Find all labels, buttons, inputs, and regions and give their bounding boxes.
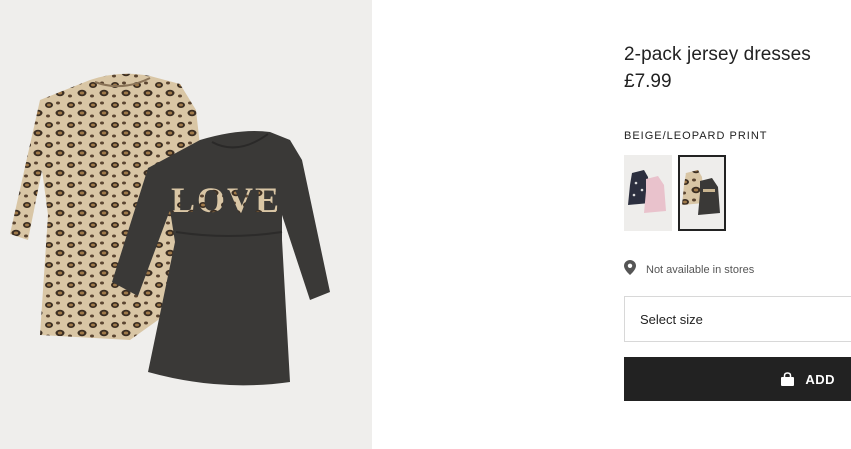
shopping-bag-icon <box>780 371 795 387</box>
color-swatch-beige-leopard[interactable] <box>678 155 726 231</box>
add-to-bag-button[interactable]: ADD <box>624 357 851 401</box>
location-pin-icon <box>624 260 636 280</box>
product-title: 2-pack jersey dresses <box>624 44 811 65</box>
product-image[interactable]: LOVE <box>0 0 372 449</box>
add-button-label: ADD <box>805 371 835 387</box>
product-price: £7.99 <box>624 71 672 92</box>
store-availability-text: Not available in stores <box>646 264 755 276</box>
swatch-thumbnail <box>628 170 666 213</box>
store-availability: Not available in stores <box>624 260 755 280</box>
color-swatch-dark-blue-pink[interactable] <box>624 155 672 231</box>
product-photo: LOVE <box>10 73 330 386</box>
love-print-text: LOVE <box>171 180 281 220</box>
color-name: BEIGE/LEOPARD PRINT <box>624 130 768 142</box>
size-select[interactable]: Select size <box>624 296 851 342</box>
swatch-thumbnail <box>682 170 720 215</box>
size-select-label: Select size <box>640 311 703 327</box>
